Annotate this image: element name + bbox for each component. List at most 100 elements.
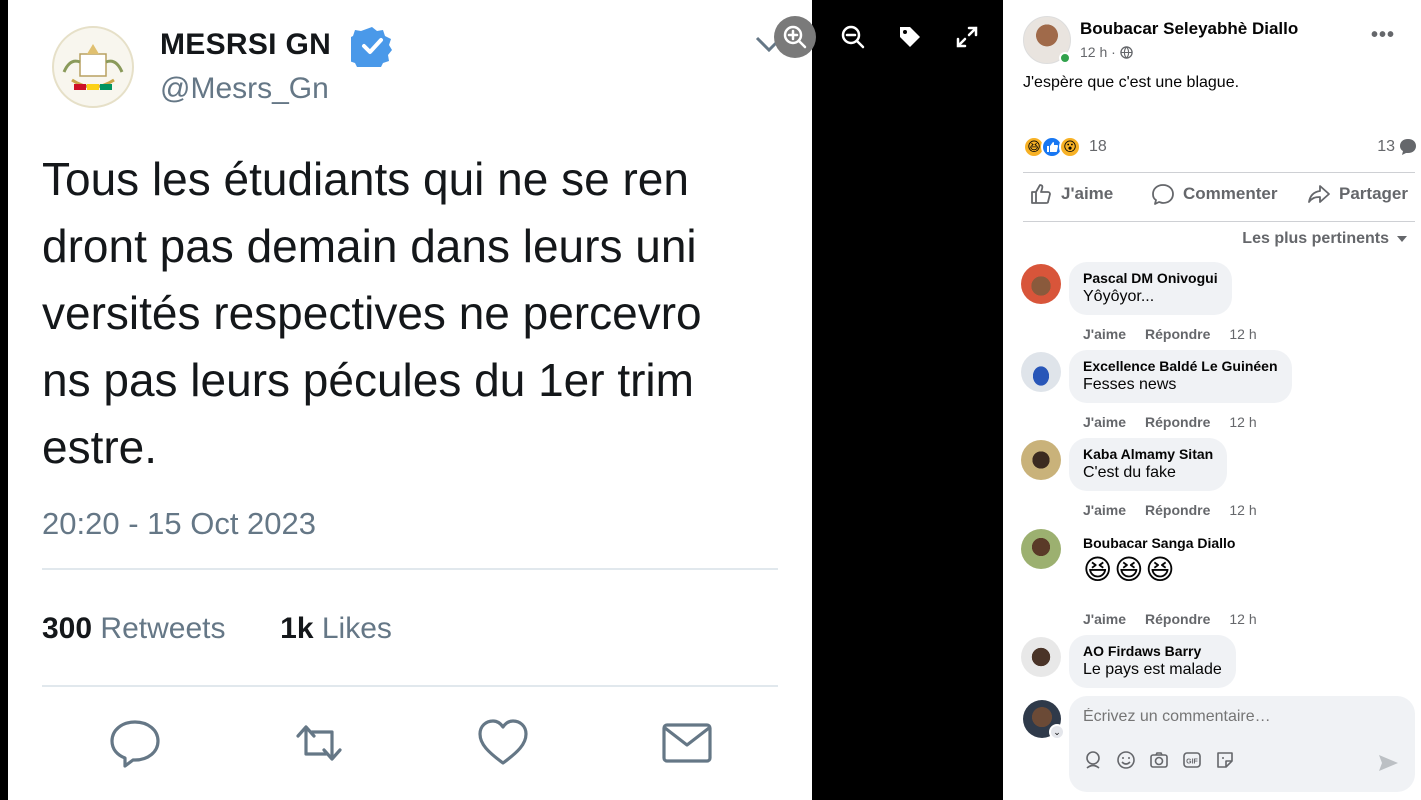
comment-like-link[interactable]: J'aime xyxy=(1083,414,1126,430)
online-status-dot xyxy=(1059,52,1071,64)
comment-actions: J'aime Répondre 12 h xyxy=(1083,326,1257,342)
svg-text:GIF: GIF xyxy=(1186,759,1198,766)
comment-time[interactable]: 12 h xyxy=(1229,326,1256,342)
comment-reply-link[interactable]: Répondre xyxy=(1145,502,1210,518)
divider xyxy=(42,568,778,570)
comment-count-link[interactable]: 13 xyxy=(1377,138,1417,156)
divider xyxy=(42,685,778,687)
chevron-down-icon[interactable]: ⌄ xyxy=(1049,724,1065,740)
zoom-out-icon[interactable] xyxy=(832,16,874,58)
caret-down-icon xyxy=(1397,236,1407,242)
guinea-coat-of-arms-logo xyxy=(52,26,134,108)
comment-bubble: Pascal DM Onivogui Yôyôyor... xyxy=(1069,262,1232,315)
dm-mail-icon xyxy=(662,723,712,763)
post-side-panel: Boubacar Seleyabhè Diallo 12 h · ••• J'e… xyxy=(1003,0,1421,800)
share-icon xyxy=(1308,185,1330,203)
commenter-avatar[interactable] xyxy=(1021,264,1061,304)
comment-bubble: Boubacar Sanga Diallo 😆😆😆 xyxy=(1069,527,1249,595)
like-button[interactable]: J'aime xyxy=(1029,182,1113,206)
comment-reply-link[interactable]: Répondre xyxy=(1145,414,1210,430)
commenter-avatar[interactable] xyxy=(1021,352,1061,392)
sticker-icon[interactable] xyxy=(1215,750,1235,770)
commenter-avatar[interactable] xyxy=(1021,440,1061,480)
tweet-text: Tous les étudiants qui ne se ren dront p… xyxy=(42,146,802,481)
divider xyxy=(1023,172,1415,173)
emoji-icon[interactable] xyxy=(1116,750,1136,770)
comment-sort-dropdown[interactable]: Les plus pertinents xyxy=(1242,230,1407,248)
avatar-sticker-icon[interactable] xyxy=(1083,750,1103,770)
comment-reply-link[interactable]: Répondre xyxy=(1145,326,1210,342)
commenter-name[interactable]: Pascal DM Onivogui xyxy=(1083,270,1218,286)
thumbs-up-icon xyxy=(1031,184,1051,204)
comment-button-label: Commenter xyxy=(1183,184,1278,203)
zoom-in-icon[interactable] xyxy=(774,16,816,58)
comment-bubble: Excellence Baldé Le Guinéen Fesses news xyxy=(1069,350,1292,403)
comment-time[interactable]: 12 h xyxy=(1229,611,1256,627)
comment-text: Le pays est malade xyxy=(1083,661,1222,678)
like-heart-icon xyxy=(478,719,528,765)
retweets-count: 300 xyxy=(42,612,93,645)
comment-bubble-icon xyxy=(1400,139,1416,155)
comment-composer: GIF xyxy=(1069,696,1415,792)
tweet-text-line: versités respectives ne percevro xyxy=(42,287,702,339)
tweet-text-line: ns pas leurs pécules du 1er trim xyxy=(42,354,694,406)
comment-count: 13 xyxy=(1377,138,1395,155)
sort-label: Les plus pertinents xyxy=(1242,230,1389,247)
comment-actions: J'aime Répondre 12 h xyxy=(1083,611,1257,627)
commenter-name[interactable]: Boubacar Sanga Diallo xyxy=(1083,535,1235,551)
fullscreen-icon[interactable] xyxy=(946,16,988,58)
tag-icon[interactable] xyxy=(889,16,931,58)
post-time[interactable]: 12 h · xyxy=(1080,44,1116,60)
likes-label: Likes xyxy=(321,612,392,645)
divider xyxy=(1023,221,1415,222)
comment-icon xyxy=(1152,184,1174,205)
comment-input[interactable] xyxy=(1083,708,1383,726)
photo-viewer: MESRSI GN @Mesrs_Gn Tous les étudiants q… xyxy=(0,0,1003,800)
retweet-icon xyxy=(296,725,342,761)
comment-text: Fesses news xyxy=(1083,376,1177,393)
gif-icon[interactable]: GIF xyxy=(1182,750,1202,770)
comment-bubble: AO Firdaws Barry Le pays est malade xyxy=(1069,635,1236,688)
share-button-label: Partager xyxy=(1339,184,1408,203)
tweet-account-name: MESRSI GN xyxy=(160,28,332,61)
commenter-name[interactable]: AO Firdaws Barry xyxy=(1083,643,1222,659)
comment-button[interactable]: Commenter xyxy=(1151,182,1277,206)
comment-text: Yôyôyor... xyxy=(1083,288,1155,305)
tweet-timestamp: 20:20 - 15 Oct 2023 xyxy=(42,506,317,541)
commenter-avatar[interactable] xyxy=(1021,529,1061,569)
commenter-name[interactable]: Kaba Almamy Sitan xyxy=(1083,446,1213,462)
comment-reply-link[interactable]: Répondre xyxy=(1145,611,1210,627)
tweet-handle: @Mesrs_Gn xyxy=(160,72,329,105)
comment-emoji-text: 😆😆😆 xyxy=(1083,554,1177,585)
post-meta: 12 h · xyxy=(1080,44,1133,60)
tweet-text-line: dront pas demain dans leurs uni xyxy=(42,220,697,272)
commenter-avatar[interactable] xyxy=(1021,637,1061,677)
comment-bubble: Kaba Almamy Sitan C'est du fake xyxy=(1069,438,1228,491)
comment-like-link[interactable]: J'aime xyxy=(1083,326,1126,342)
reactions-summary[interactable]: 😆 😮 18 xyxy=(1023,136,1107,158)
camera-icon[interactable] xyxy=(1149,750,1169,770)
post-author-name[interactable]: Boubacar Seleyabhè Diallo xyxy=(1080,19,1298,39)
tweet-stats: 300 Retweets 1k Likes xyxy=(42,612,392,646)
verified-badge-icon xyxy=(351,27,392,67)
comment-actions: J'aime Répondre 12 h xyxy=(1083,414,1257,430)
like-button-label: J'aime xyxy=(1061,184,1114,203)
tweet-text-line: Tous les étudiants qui ne se ren xyxy=(42,153,689,205)
send-icon[interactable] xyxy=(1377,752,1399,774)
comment-time[interactable]: 12 h xyxy=(1229,414,1256,430)
commenter-name[interactable]: Excellence Baldé Le Guinéen xyxy=(1083,358,1278,374)
composer-tools: GIF xyxy=(1083,750,1235,770)
globe-icon xyxy=(1120,45,1133,59)
share-button[interactable]: Partager xyxy=(1307,182,1408,206)
post-text: J'espère que c'est une blague. xyxy=(1023,74,1240,91)
likes-count: 1k xyxy=(280,612,314,645)
wow-reaction-icon: 😮 xyxy=(1059,136,1081,158)
comment-time[interactable]: 12 h xyxy=(1229,502,1256,518)
tweet-card: MESRSI GN @Mesrs_Gn Tous les étudiants q… xyxy=(8,0,812,800)
comment-like-link[interactable]: J'aime xyxy=(1083,502,1126,518)
comment-like-link[interactable]: J'aime xyxy=(1083,611,1126,627)
more-options-icon[interactable]: ••• xyxy=(1371,24,1395,47)
retweets-label: Retweets xyxy=(100,612,226,645)
comment-text: C'est du fake xyxy=(1083,464,1176,481)
comment-actions: J'aime Répondre 12 h xyxy=(1083,502,1257,518)
